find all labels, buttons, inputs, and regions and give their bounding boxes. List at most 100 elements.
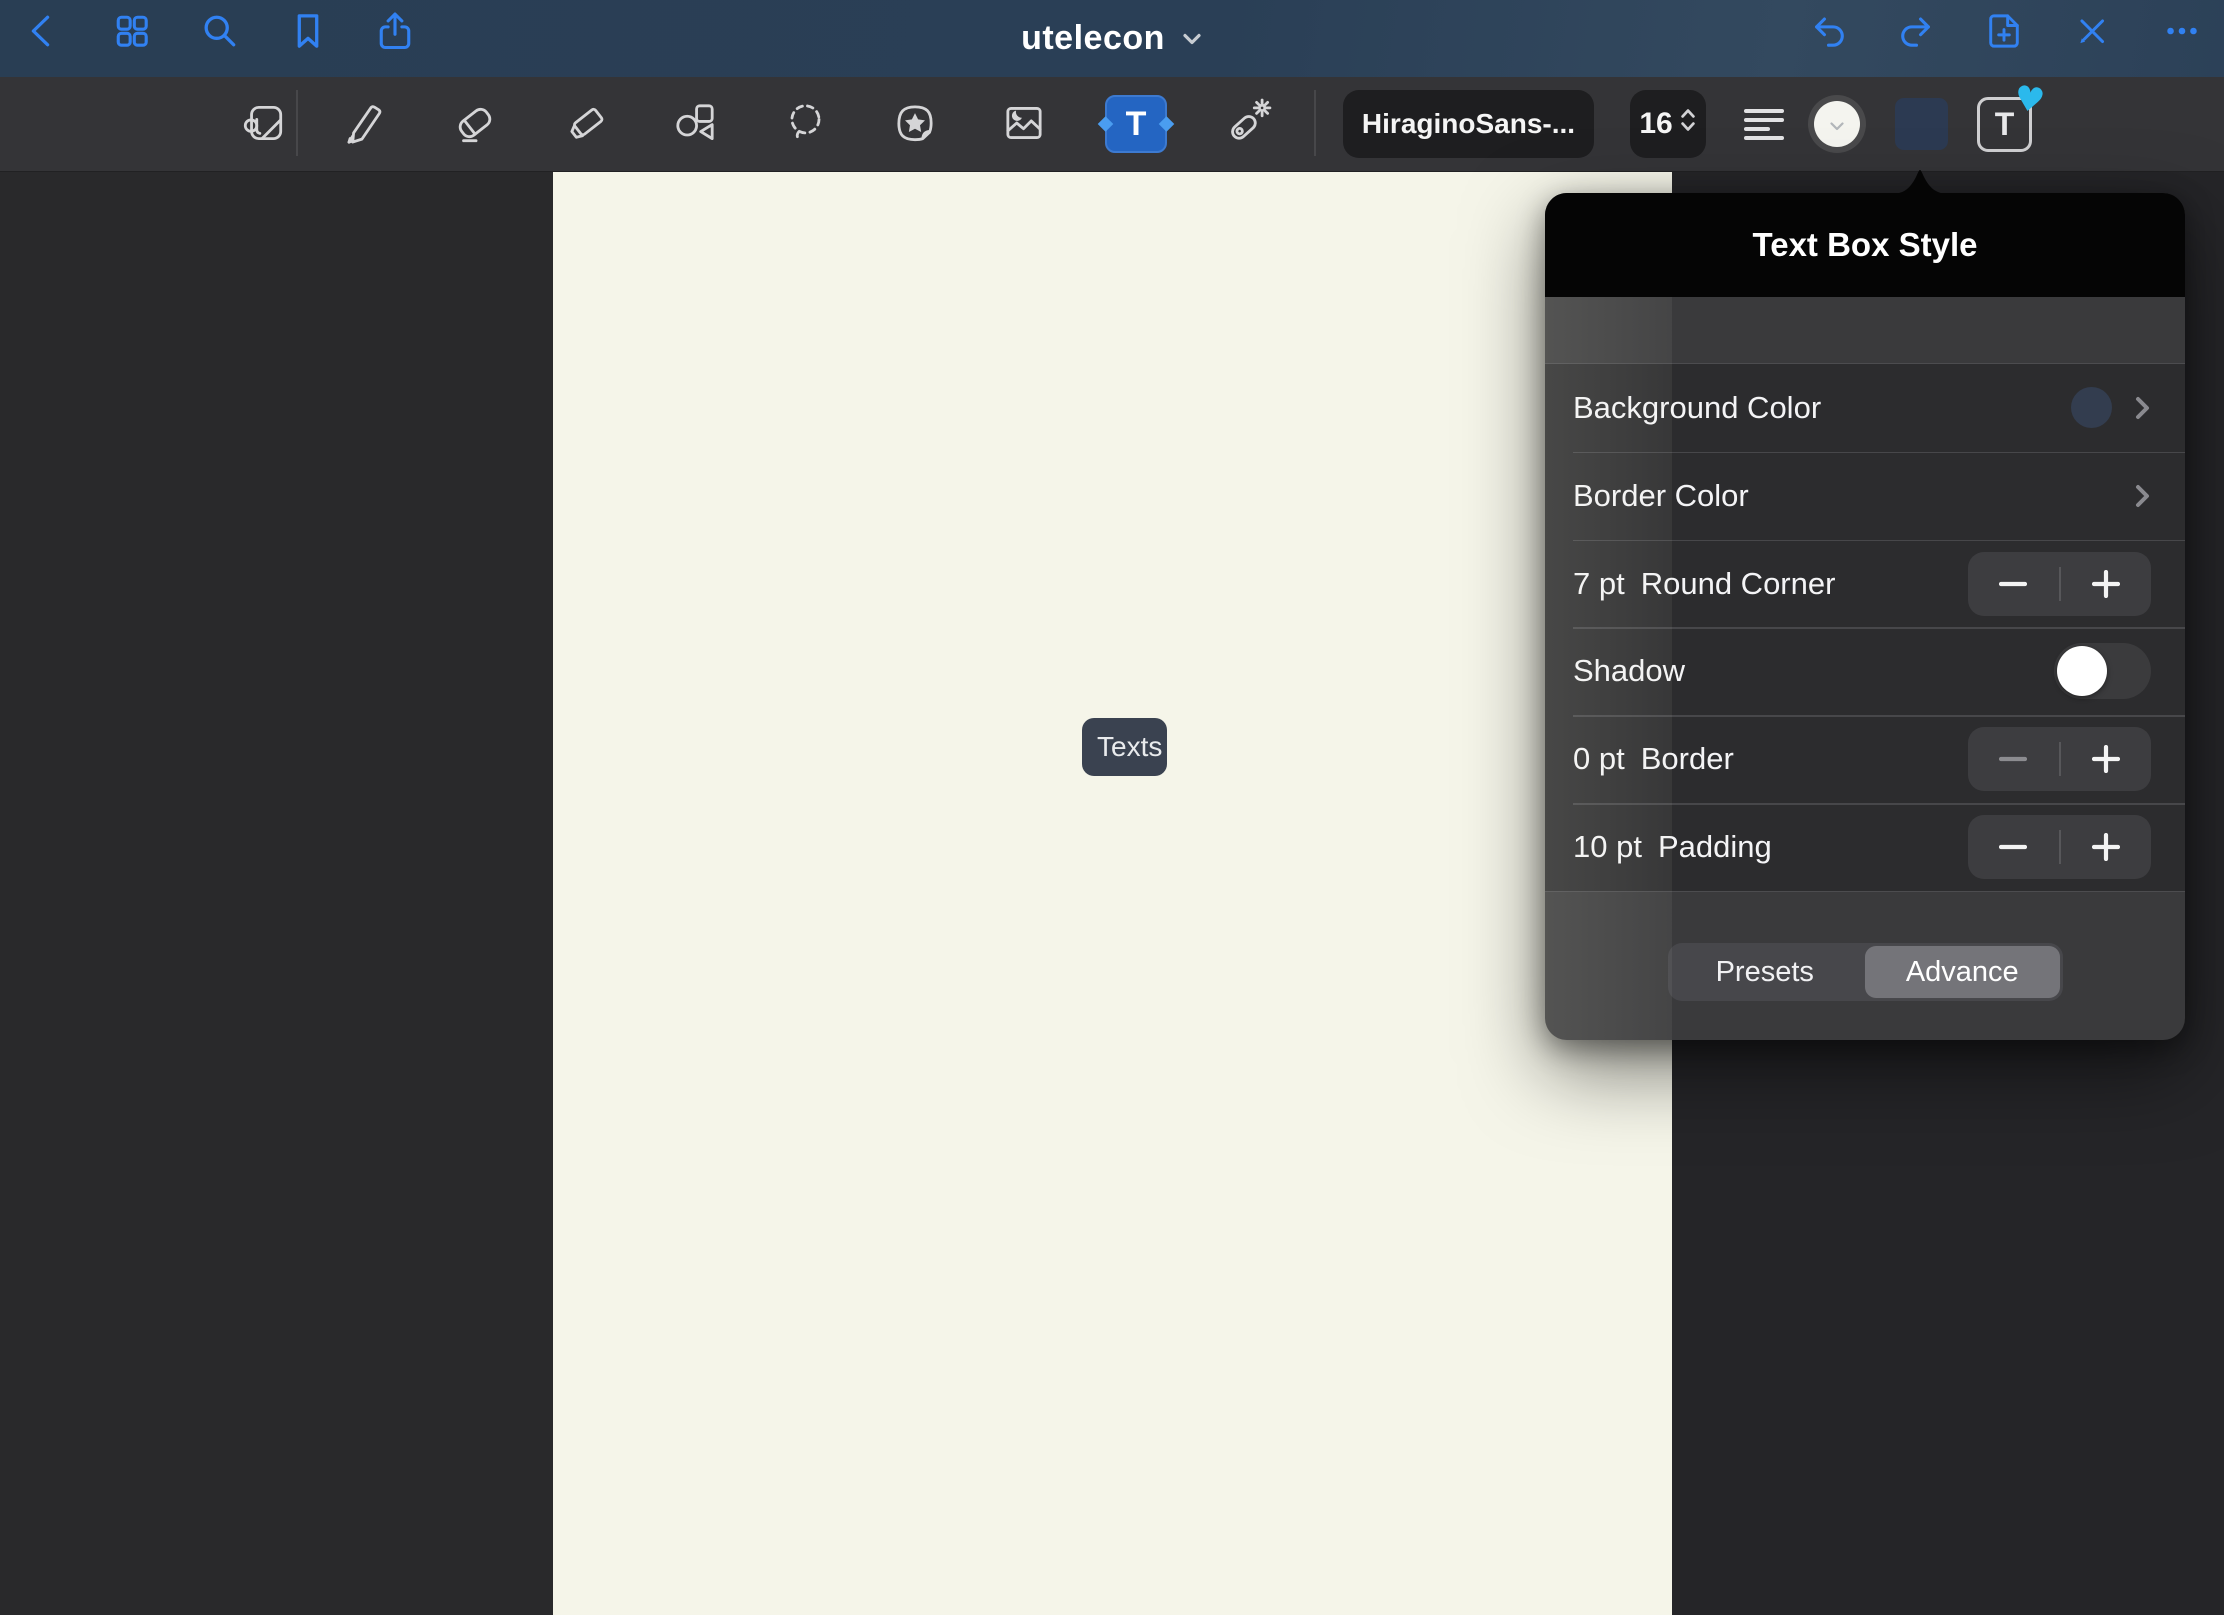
padding-stepper bbox=[1968, 815, 2151, 879]
row-border-color[interactable]: Border Color bbox=[1545, 452, 2185, 540]
sticker-star-icon bbox=[890, 98, 940, 151]
row-label: Round Corner bbox=[1641, 566, 1836, 602]
top-navigation-bar: utelecon bbox=[0, 0, 2224, 77]
text-tool-selected[interactable]: T bbox=[1105, 95, 1167, 153]
chevron-down-icon[interactable] bbox=[1181, 26, 1203, 51]
style-mode-tabs: Presets Advance bbox=[1668, 943, 2063, 1001]
row-shadow: Shadow bbox=[1545, 627, 2185, 715]
pen-icon bbox=[339, 98, 389, 151]
shapes-tool[interactable] bbox=[663, 91, 727, 157]
image-tool[interactable] bbox=[992, 91, 1056, 157]
lasso-icon bbox=[781, 98, 831, 151]
row-label: Border bbox=[1641, 741, 1734, 777]
redo-button[interactable] bbox=[1892, 8, 1940, 56]
white-color-swatch bbox=[1814, 101, 1860, 147]
round-corner-stepper bbox=[1968, 552, 2151, 616]
add-page-icon bbox=[1982, 9, 2026, 56]
lasso-tool[interactable] bbox=[774, 91, 838, 157]
padding-minus-button[interactable] bbox=[1968, 815, 2059, 879]
redo-icon bbox=[1894, 9, 1938, 56]
border-value: 0 pt bbox=[1573, 741, 1625, 777]
plus-icon bbox=[2092, 745, 2120, 773]
tab-presets-label: Presets bbox=[1716, 956, 1814, 989]
image-icon bbox=[999, 98, 1049, 151]
laser-pointer-icon bbox=[1222, 98, 1272, 151]
font-name-label: HiraginoSans-... bbox=[1362, 108, 1575, 140]
popover-body: Background Color Border Color 7 pt Round… bbox=[1545, 297, 2185, 1040]
tab-advance-label: Advance bbox=[1906, 956, 2019, 989]
font-size-stepper[interactable]: 16 bbox=[1630, 90, 1706, 158]
row-border-width: 0 pt Border bbox=[1545, 715, 2185, 803]
eraser-tool[interactable] bbox=[443, 91, 507, 157]
style-settings-list: Background Color Border Color 7 pt Round… bbox=[1545, 363, 2185, 892]
more-button[interactable] bbox=[2158, 8, 2206, 56]
text-tool-glyph: T bbox=[1126, 105, 1147, 144]
row-label: Border Color bbox=[1573, 478, 1749, 514]
shapes-icon bbox=[670, 98, 720, 151]
tab-advance[interactable]: Advance bbox=[1864, 945, 2061, 999]
undo-button[interactable] bbox=[1805, 8, 1853, 56]
notebook-page[interactable]: Texts bbox=[553, 172, 1672, 1615]
minus-icon bbox=[1999, 570, 2027, 598]
popover-title: Text Box Style bbox=[1753, 226, 1978, 264]
minus-icon bbox=[1999, 745, 2027, 773]
document-title[interactable]: utelecon bbox=[1021, 19, 1165, 58]
font-picker-button[interactable]: HiraginoSans-... bbox=[1343, 90, 1594, 158]
chevron-down-icon bbox=[1829, 121, 1845, 131]
padding-plus-button[interactable] bbox=[2061, 815, 2152, 879]
text-box-content: Texts bbox=[1097, 731, 1162, 763]
row-label: Background Color bbox=[1573, 390, 1821, 426]
round-corner-plus-button[interactable] bbox=[2061, 552, 2152, 616]
highlighter-icon bbox=[562, 98, 612, 151]
row-round-corner: 7 pt Round Corner bbox=[1545, 540, 2185, 628]
undo-icon bbox=[1807, 9, 1851, 56]
ellipsis-icon bbox=[2160, 9, 2204, 56]
pen-tool[interactable] bbox=[332, 91, 396, 157]
stepper-chevrons-icon bbox=[1679, 104, 1697, 144]
border-stepper bbox=[1968, 727, 2151, 791]
pointer-tool[interactable] bbox=[1215, 91, 1279, 157]
text-color-button[interactable] bbox=[1808, 95, 1866, 153]
popover-header: Text Box Style bbox=[1545, 193, 2185, 297]
highlighter-tool[interactable] bbox=[555, 91, 619, 157]
document-title-group: utelecon bbox=[0, 0, 2224, 77]
toolbar-divider bbox=[296, 90, 298, 156]
text-align-button[interactable] bbox=[1734, 91, 1794, 157]
row-label: Padding bbox=[1658, 829, 1772, 865]
popover-arrow bbox=[1890, 168, 1950, 194]
chevron-right-icon bbox=[2134, 482, 2151, 510]
toggle-knob bbox=[2057, 646, 2107, 696]
plus-icon bbox=[2092, 833, 2120, 861]
popover-footer: Presets Advance bbox=[1545, 892, 2185, 1040]
border-minus-button[interactable] bbox=[1968, 727, 2059, 791]
crossed-pen-icon bbox=[2070, 9, 2114, 56]
eraser-icon bbox=[450, 98, 500, 151]
goodnotes-app: utelecon bbox=[0, 0, 2224, 1615]
chevron-right-icon bbox=[2134, 394, 2151, 422]
row-background-color[interactable]: Background Color bbox=[1545, 364, 2185, 452]
text-box-style-popover: Text Box Style Background Color Border C… bbox=[1545, 193, 2185, 1040]
toolbar-divider bbox=[1314, 90, 1316, 156]
plus-icon bbox=[2092, 570, 2120, 598]
tools-toolbar: T HiraginoSans-... 16 bbox=[0, 77, 2224, 172]
stop-editing-button[interactable] bbox=[2068, 8, 2116, 56]
row-label: Shadow bbox=[1573, 653, 1685, 689]
canvas-text-box[interactable]: Texts bbox=[1082, 718, 1167, 776]
row-padding: 10 pt Padding bbox=[1545, 803, 2185, 891]
padding-value: 10 pt bbox=[1573, 829, 1642, 865]
textbox-background-swatch[interactable] bbox=[1895, 98, 1948, 150]
add-page-button[interactable] bbox=[1980, 8, 2028, 56]
font-size-value: 16 bbox=[1639, 107, 1672, 141]
minus-icon bbox=[1999, 833, 2027, 861]
shadow-toggle[interactable] bbox=[2054, 643, 2151, 699]
elements-tool[interactable] bbox=[883, 91, 947, 157]
border-plus-button[interactable] bbox=[2061, 727, 2152, 791]
tab-presets[interactable]: Presets bbox=[1668, 943, 1863, 1001]
round-corner-value: 7 pt bbox=[1573, 566, 1625, 602]
round-corner-minus-button[interactable] bbox=[1968, 552, 2059, 616]
zoom-window-tool[interactable] bbox=[231, 91, 295, 157]
zoom-window-icon bbox=[238, 98, 288, 151]
heart-badge-icon: ♥ bbox=[2011, 81, 2046, 119]
background-color-swatch[interactable] bbox=[2071, 387, 2112, 428]
text-box-style-button[interactable]: T ♥ bbox=[1977, 97, 2032, 152]
